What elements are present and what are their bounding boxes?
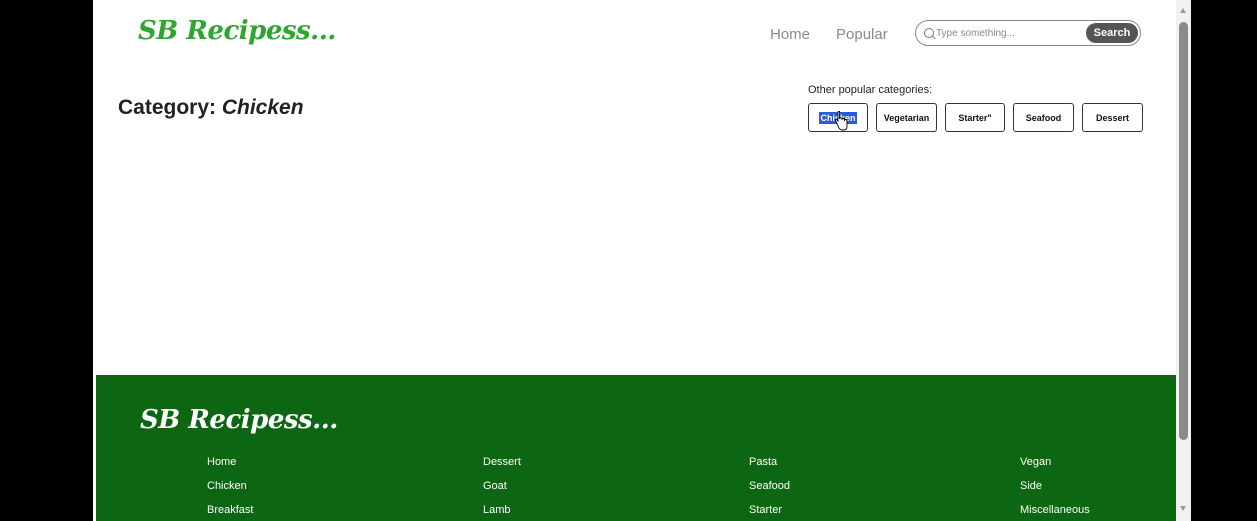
search-button[interactable]: Search bbox=[1086, 23, 1138, 43]
category-chip-label: Dessert bbox=[1095, 112, 1130, 123]
footer-link-dessert[interactable]: Dessert bbox=[483, 456, 521, 468]
footer-link-pasta[interactable]: Pasta bbox=[749, 456, 777, 468]
nav-popular-link[interactable]: Popular bbox=[836, 26, 888, 43]
search-input[interactable] bbox=[936, 25, 1076, 41]
hand-cursor-icon bbox=[834, 111, 848, 131]
scrollbar-thumb[interactable] bbox=[1179, 22, 1188, 440]
search-icon bbox=[924, 28, 934, 38]
category-chip-starter[interactable]: Starter" bbox=[945, 103, 1005, 132]
page-title: Category: Chicken bbox=[118, 96, 304, 120]
right-letterbox bbox=[1191, 0, 1257, 521]
footer-link-miscellaneous[interactable]: Miscellaneous bbox=[1020, 504, 1090, 516]
vertical-scrollbar[interactable] bbox=[1176, 0, 1191, 521]
footer-link-chicken[interactable]: Chicken bbox=[207, 480, 247, 492]
category-chip-vegetarian[interactable]: Vegetarian bbox=[876, 103, 937, 132]
nav-home-link[interactable]: Home bbox=[770, 26, 810, 43]
search-form: Search bbox=[915, 20, 1141, 46]
footer-link-seafood[interactable]: Seafood bbox=[749, 480, 790, 492]
category-chip-label: Vegetarian bbox=[883, 112, 930, 123]
footer-link-goat[interactable]: Goat bbox=[483, 480, 507, 492]
footer: SB Recipess... Home Chicken Breakfast De… bbox=[96, 375, 1176, 521]
footer-link-breakfast[interactable]: Breakfast bbox=[207, 504, 253, 516]
page-title-prefix: Category: bbox=[118, 96, 222, 119]
category-chip-dessert[interactable]: Dessert bbox=[1082, 103, 1143, 132]
footer-link-lamb[interactable]: Lamb bbox=[483, 504, 511, 516]
footer-link-vegan[interactable]: Vegan bbox=[1020, 456, 1051, 468]
category-chip-seafood[interactable]: Seafood bbox=[1013, 103, 1074, 132]
footer-brand-logo[interactable]: SB Recipess... bbox=[140, 405, 338, 435]
left-letterbox bbox=[0, 0, 93, 521]
scroll-up-arrow-icon[interactable] bbox=[1180, 8, 1186, 13]
footer-link-starter[interactable]: Starter bbox=[749, 504, 782, 516]
footer-link-side[interactable]: Side bbox=[1020, 480, 1042, 492]
scroll-down-arrow-icon[interactable] bbox=[1180, 506, 1186, 511]
category-chip-label: Seafood bbox=[1025, 112, 1062, 123]
brand-logo[interactable]: SB Recipess... bbox=[138, 16, 336, 46]
page-title-category: Chicken bbox=[221, 96, 304, 119]
category-chip-label: Starter" bbox=[958, 112, 992, 123]
footer-link-home[interactable]: Home bbox=[207, 456, 236, 468]
other-categories-label: Other popular categories: bbox=[808, 84, 933, 96]
page-viewport: SB Recipess... Home Popular Search Categ… bbox=[93, 0, 1176, 521]
